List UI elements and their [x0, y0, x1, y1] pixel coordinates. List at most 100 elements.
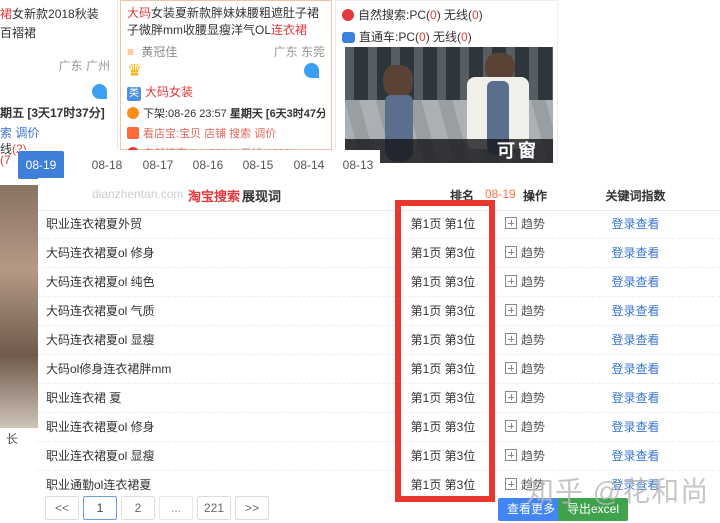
page-1-button[interactable]: 1 [83, 496, 117, 520]
trend-chart-icon [505, 420, 517, 432]
train-car-icon [342, 32, 355, 43]
keyword: 职业通勤ol连衣裙夏 [46, 471, 151, 499]
page-2-button[interactable]: 2 [121, 496, 155, 520]
table-row: 大码连衣裙夏ol 纯色 第1页 第3位 趋势 登录查看 [38, 268, 720, 297]
category-value[interactable]: 大码女装 [145, 85, 193, 99]
trend-link[interactable]: 趋势 [505, 210, 545, 238]
menu-icon: ≡ [127, 45, 134, 59]
category-tag-icon: 类 [127, 87, 141, 101]
rank-value: 第1页 第1位 [388, 210, 498, 238]
tab-08-16[interactable]: 08-16 [185, 151, 231, 179]
train-row: 直通车:PC(0) 无线(0) [342, 28, 551, 45]
trend-link[interactable]: 趋势 [505, 239, 545, 267]
product-title: 大码女装夏新款胖妹妹腰粗遮肚子裙子微胖mm收腰显瘦洋气OL连衣裙 [127, 5, 325, 39]
page-prev-button[interactable]: << [45, 496, 79, 520]
trend-chart-icon [505, 217, 517, 229]
table-header: dianzhentan.com 淘宝搜索 展现词 排名 08-19 操作 关键词… [38, 178, 720, 211]
rank-value: 第1页 第3位 [388, 239, 498, 267]
keyword: 大码连衣裙夏ol 修身 [46, 239, 155, 267]
login-to-view-link[interactable]: 登录查看 [578, 268, 693, 296]
chat-bubble-icon[interactable] [92, 84, 107, 99]
rank-value: 第1页 第3位 [388, 326, 498, 354]
tab-08-19[interactable]: 08-19 [18, 151, 64, 179]
page-next-button[interactable]: >> [235, 496, 269, 520]
product-card-left: 裙女新款2018秋装 百褶裙 广东 广州 期五 [3天17时37分] 索 调价 … [0, 0, 118, 150]
crown-icon: ♛ [127, 61, 142, 80]
trend-chart-icon [505, 362, 517, 374]
badge-row: ♛ [127, 61, 325, 81]
tab-08-17[interactable]: 08-17 [135, 151, 181, 179]
rank-value: 第1页 第3位 [388, 413, 498, 441]
seller-location: 广东 东莞 [274, 43, 325, 60]
trend-chart-icon [505, 391, 517, 403]
keyword: 大码连衣裙夏ol 纯色 [46, 268, 155, 296]
keyword: 职业连衣裙 夏 [46, 384, 121, 412]
login-to-view-link[interactable]: 登录查看 [578, 297, 693, 325]
trend-chart-icon [505, 333, 517, 345]
kandianbao-icon [127, 127, 139, 139]
tab-08-15[interactable]: 08-15 [235, 151, 281, 179]
rank-value: 第1页 第3位 [388, 355, 498, 383]
product-card-middle: 大码女装夏新款胖妹妹腰粗遮肚子裙子微胖mm收腰显瘦洋气OL连衣裙 ≡ 黄冠佳 广… [120, 0, 332, 150]
tab-08-14[interactable]: 08-14 [286, 151, 332, 179]
trend-chart-icon [505, 478, 517, 490]
chat-bubble-icon[interactable] [304, 63, 319, 78]
login-to-view-link[interactable]: 登录查看 [578, 239, 693, 267]
keyword: 大码连衣裙夏ol 气质 [46, 297, 155, 325]
keyword: 职业连衣裙夏ol 修身 [46, 413, 155, 441]
natural-search-icon [342, 9, 354, 21]
pagination: << 1 2 ... 221 >> [45, 496, 269, 520]
rank-value: 第1页 第3位 [388, 442, 498, 470]
seller-name: 黄冠佳 [141, 45, 177, 59]
trend-link[interactable]: 趋势 [505, 268, 545, 296]
login-to-view-link[interactable]: 登录查看 [578, 413, 693, 441]
trend-chart-icon [505, 246, 517, 258]
offshelf-row: 下架:08-26 23:57 星期天 [6天3时47分] [127, 105, 325, 121]
header-brand: 淘宝搜索 [188, 186, 240, 205]
col-action: 操作 [523, 187, 547, 204]
offshelf-countdown: 期五 [3天17时37分] [0, 104, 117, 121]
login-to-view-link[interactable]: 登录查看 [578, 210, 693, 238]
kandianbao-links[interactable]: 宝贝 店铺 搜索 调价 [179, 128, 276, 140]
tab-08-13[interactable]: 08-13 [335, 151, 381, 179]
table-row: 大码ol修身连衣裙胖mm 第1页 第3位 趋势 登录查看 [38, 355, 720, 384]
tab-08-18[interactable]: 08-18 [84, 151, 130, 179]
rank-value: 第1页 第3位 [388, 384, 498, 412]
site-domain: dianzhentan.com [92, 187, 183, 201]
trend-link[interactable]: 趋势 [505, 384, 545, 412]
kandianbao-row: 看店宝:宝贝 店铺 搜索 调价 [127, 125, 325, 141]
keyword: 大码连衣裙夏ol 显瘦 [46, 326, 155, 354]
product-title-line2: 百褶裙 [0, 24, 36, 41]
background-photo-strip [0, 185, 38, 428]
trend-link[interactable]: 趋势 [505, 297, 545, 325]
category-row: 类大码女装 [127, 83, 325, 101]
table-row: 大码连衣裙夏ol 修身 第1页 第3位 趋势 登录查看 [38, 239, 720, 268]
cut-red-text: (7 [0, 153, 11, 167]
keyword: 职业连衣裙夏ol 显瘦 [46, 442, 155, 470]
keyword: 大码ol修身连衣裙胖mm [46, 355, 171, 383]
tool-links[interactable]: 索 调价 [0, 124, 39, 141]
table-row: 职业连衣裙夏ol 显瘦 第1页 第3位 趋势 登录查看 [38, 442, 720, 471]
seller-location: 广东 广州 [0, 57, 110, 74]
trend-link[interactable]: 趋势 [505, 442, 545, 470]
login-to-view-link[interactable]: 登录查看 [578, 355, 693, 383]
page-221-button[interactable]: 221 [197, 496, 231, 520]
page-ellipsis: ... [159, 496, 193, 520]
trend-link[interactable]: 趋势 [505, 355, 545, 383]
background-text-fragment: 长 [6, 430, 18, 447]
watermark: 知乎 @花和尚 [526, 470, 709, 510]
login-to-view-link[interactable]: 登录查看 [578, 384, 693, 412]
trend-chart-icon [505, 449, 517, 461]
table-row: 职业连衣裙夏外贸 第1页 第1位 趋势 登录查看 [38, 210, 720, 239]
trend-link[interactable]: 趋势 [505, 326, 545, 354]
table-row: 职业连衣裙夏ol 修身 第1页 第3位 趋势 登录查看 [38, 413, 720, 442]
table-row: 大码连衣裙夏ol 气质 第1页 第3位 趋势 登录查看 [38, 297, 720, 326]
trend-link[interactable]: 趋势 [505, 413, 545, 441]
trend-chart-icon [505, 275, 517, 287]
clock-icon [127, 107, 139, 119]
login-to-view-link[interactable]: 登录查看 [578, 442, 693, 470]
natural-search-row: 自然搜索:PC(0) 无线(0) [342, 6, 551, 23]
login-to-view-link[interactable]: 登录查看 [578, 326, 693, 354]
date-tabbar: 08-19 08-18 08-17 08-16 08-15 08-14 08-1… [18, 150, 380, 180]
table-row: 职业连衣裙 夏 第1页 第3位 趋势 登录查看 [38, 384, 720, 413]
